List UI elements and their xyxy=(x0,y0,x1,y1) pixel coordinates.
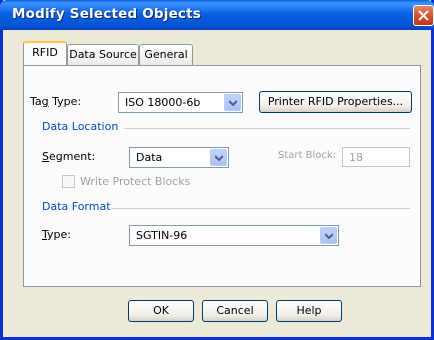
tab-data-source-label: Data Source xyxy=(69,48,137,61)
printer-rfid-properties-button[interactable]: Printer RFID Properties... xyxy=(259,91,412,113)
ok-button[interactable]: OK xyxy=(128,300,194,322)
dialog-window: Modify Selected Objects RFID Data Source… xyxy=(0,0,434,340)
help-button-label: Help xyxy=(296,304,322,317)
tag-type-label: Tag Type: xyxy=(30,95,82,108)
chevron-down-icon xyxy=(325,233,333,239)
write-protect-checkbox[interactable] xyxy=(62,175,75,188)
cancel-button[interactable]: Cancel xyxy=(202,300,268,322)
group-divider xyxy=(124,128,410,129)
tag-type-value: ISO 18000-6b xyxy=(125,96,201,109)
cancel-button-label: Cancel xyxy=(216,304,254,317)
tab-general[interactable]: General xyxy=(139,44,193,65)
start-block-value: 18 xyxy=(349,151,363,164)
tab-rfid-label: RFID xyxy=(32,46,58,59)
data-format-type-dropdown[interactable]: SGTIN-96 xyxy=(129,225,339,246)
group-divider xyxy=(112,208,410,209)
dropdown-arrow[interactable] xyxy=(224,94,241,111)
window-title: Modify Selected Objects xyxy=(12,6,202,22)
tab-panel-rfid: Tag Type: ISO 18000-6b Printer RFID Prop… xyxy=(23,65,421,287)
dropdown-arrow[interactable] xyxy=(320,227,337,244)
type-label: Type: xyxy=(42,228,71,241)
segment-value: Data xyxy=(136,151,163,164)
write-protect-label: Write Protect Blocks xyxy=(80,175,191,188)
dropdown-arrow[interactable] xyxy=(210,149,227,166)
close-icon xyxy=(418,10,429,21)
segment-dropdown[interactable]: Data xyxy=(129,147,229,168)
tab-data-source[interactable]: Data Source xyxy=(67,44,139,65)
chevron-down-icon xyxy=(215,155,223,161)
close-button[interactable] xyxy=(413,5,434,26)
printer-rfid-properties-label: Printer RFID Properties... xyxy=(267,95,404,108)
start-block-input[interactable]: 18 xyxy=(342,147,410,167)
help-button[interactable]: Help xyxy=(276,300,342,322)
ok-button-label: OK xyxy=(153,304,169,317)
data-format-type-value: SGTIN-96 xyxy=(136,229,188,242)
start-block-label: Start Block: xyxy=(278,150,337,161)
segment-label: Segment: xyxy=(42,150,96,163)
tab-rfid[interactable]: RFID xyxy=(23,41,67,65)
chevron-down-icon xyxy=(229,100,237,106)
data-location-title: Data Location xyxy=(42,120,119,133)
data-format-title: Data Format xyxy=(42,200,111,213)
tag-type-dropdown[interactable]: ISO 18000-6b xyxy=(118,92,243,113)
tab-general-label: General xyxy=(144,48,188,61)
title-bar[interactable]: Modify Selected Objects xyxy=(0,0,434,30)
